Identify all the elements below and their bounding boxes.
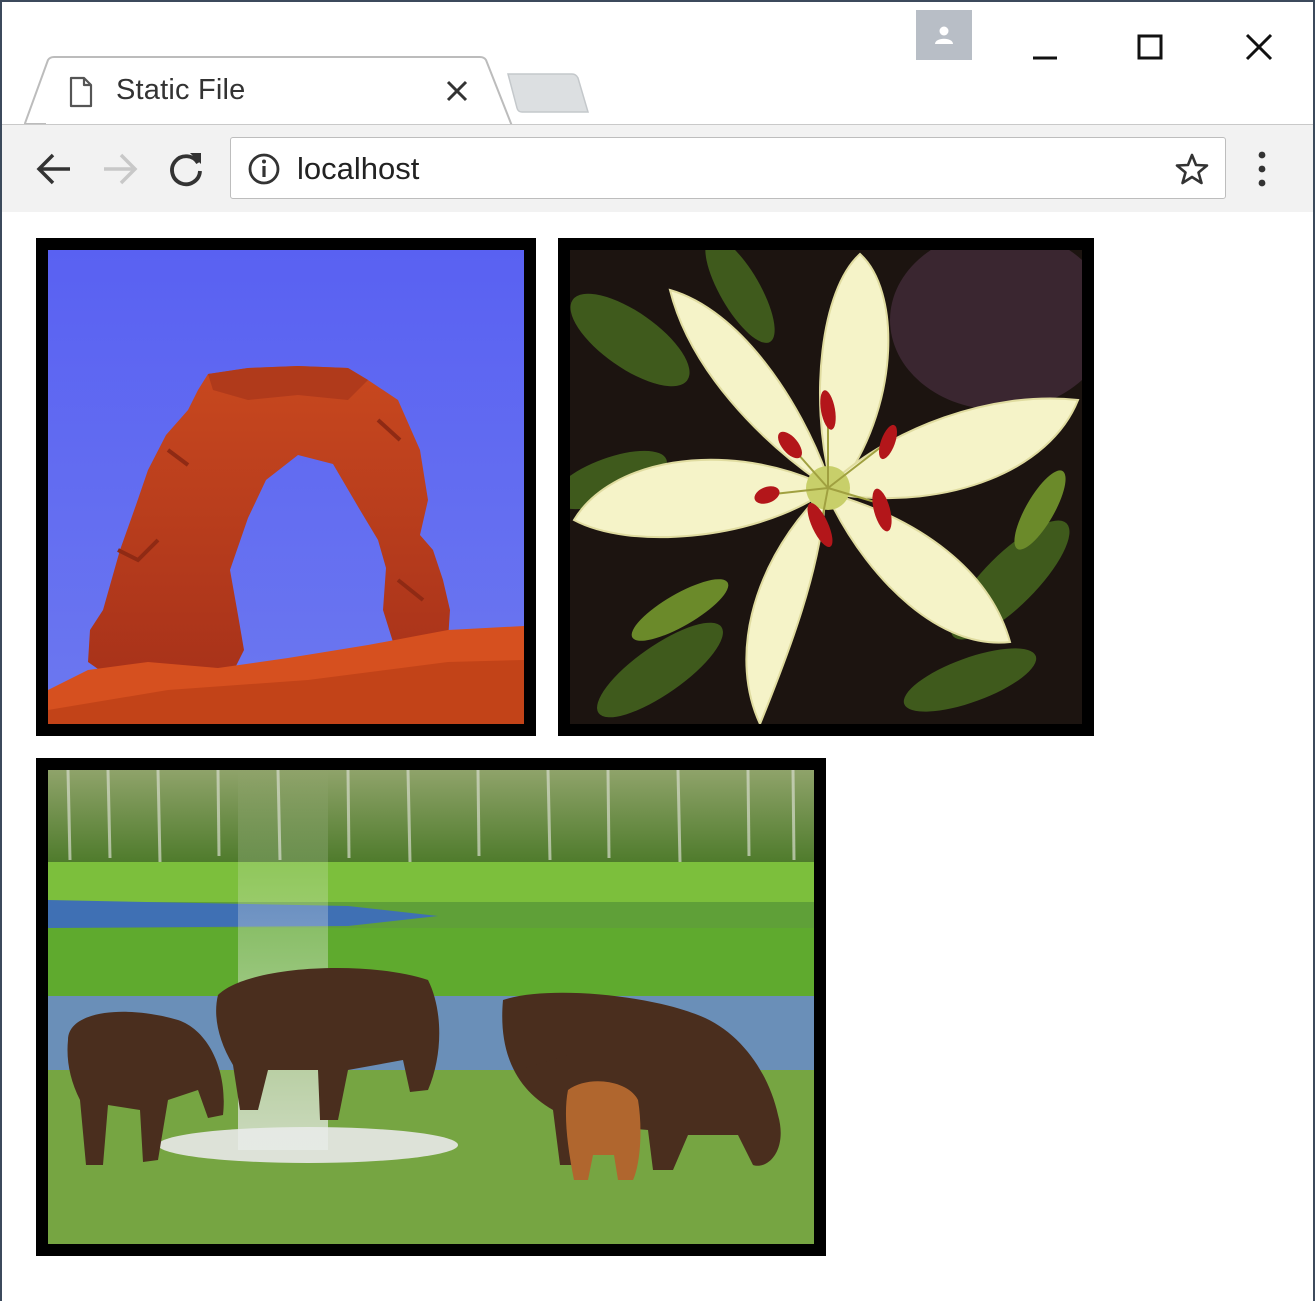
tab-title: Static File — [116, 74, 246, 106]
profile-icon — [935, 26, 953, 44]
page-content — [2, 212, 1313, 1301]
arch-image — [36, 238, 536, 736]
reload-icon — [170, 153, 202, 187]
minimize-icon — [1033, 56, 1057, 60]
maximize-icon — [1137, 34, 1163, 60]
close-window-button[interactable] — [1229, 22, 1289, 72]
info-icon[interactable] — [247, 152, 281, 186]
tab-close-icon[interactable] — [444, 78, 470, 104]
close-icon — [1245, 33, 1273, 61]
new-tab-button[interactable] — [506, 72, 590, 116]
browser-window: Static File localhost — [0, 0, 1315, 1301]
arrow-left-icon — [36, 153, 70, 185]
forward-button[interactable] — [98, 147, 142, 191]
star-icon[interactable] — [1175, 152, 1209, 186]
address-input[interactable]: localhost — [297, 151, 419, 187]
tab-static-file[interactable]: Static File — [24, 56, 514, 126]
title-bar: Static File — [2, 2, 1313, 126]
back-button[interactable] — [32, 147, 76, 191]
kebab-menu-icon[interactable] — [1254, 147, 1270, 191]
arrow-right-icon — [104, 153, 138, 185]
minimize-button[interactable] — [1015, 22, 1075, 72]
bison-image — [36, 758, 826, 1256]
address-bar[interactable]: localhost — [230, 137, 1226, 199]
reload-button[interactable] — [164, 147, 208, 191]
lily-image — [558, 238, 1094, 736]
toolbar: localhost — [2, 124, 1313, 214]
profile-button[interactable] — [916, 10, 972, 60]
file-icon — [69, 76, 93, 108]
maximize-button[interactable] — [1120, 22, 1180, 72]
